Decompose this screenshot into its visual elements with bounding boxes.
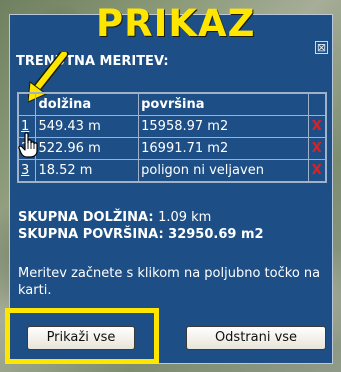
header-length: dolžina (35, 93, 140, 116)
row-length: 522.96 m (35, 137, 140, 160)
row-area: 16991.71 m2 (138, 137, 309, 160)
row-length: 18.52 m (35, 159, 140, 182)
hand-cursor-icon (18, 132, 38, 158)
remove-all-button[interactable]: Odstrani vse (186, 326, 326, 350)
total-length-value: 1.09 km (158, 210, 212, 225)
total-area-value: 32950.69 m2 (168, 227, 264, 242)
total-area-label: SKUPNA POVRŠINA: (18, 227, 164, 242)
header-index (17, 93, 37, 116)
total-length-label: SKUPNA DOLŽINA: (18, 210, 154, 225)
total-length-line: SKUPNA DOLŽINA: 1.09 km (18, 209, 264, 226)
row-area: poligon ni veljaven (138, 159, 309, 182)
header-delete (307, 93, 327, 116)
delete-row-icon[interactable]: X (312, 163, 322, 178)
delete-row-icon[interactable]: X (312, 119, 322, 134)
row-area: 15958.97 m2 (138, 115, 309, 138)
show-all-button[interactable]: Prikaži vse (27, 326, 135, 350)
instructions-text: Meritev začnete s klikom na poljubno toč… (18, 266, 321, 298)
total-area-line: SKUPNA POVRŠINA: 32950.69 m2 (18, 226, 264, 243)
table-row: 2 522.96 m 16991.71 m2 X (17, 137, 327, 160)
close-icon[interactable]: ⊠ (315, 41, 328, 54)
row-length: 549.43 m (35, 115, 140, 138)
delete-row-icon[interactable]: X (312, 141, 322, 156)
header-area: površina (138, 93, 309, 116)
table-row: 3 18.52 m poligon ni veljaven X (17, 159, 327, 182)
table-row: 1 549.43 m 15958.97 m2 X (17, 115, 327, 138)
row-index-link[interactable]: 3 (21, 163, 29, 178)
table-header-row: dolžina površina (17, 93, 327, 116)
measurement-table: dolžina površina 1 549.43 m 15958.97 m2 … (17, 92, 327, 183)
totals-block: SKUPNA DOLŽINA: 1.09 km SKUPNA POVRŠINA:… (18, 209, 264, 243)
annotation-title: PRIKAZ (96, 2, 256, 45)
